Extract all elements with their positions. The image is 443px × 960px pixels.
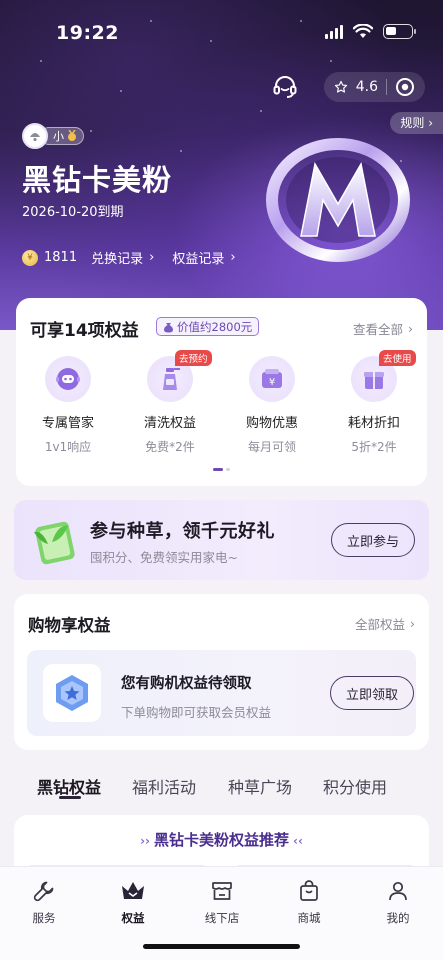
benefit-item-cleaning[interactable]: 去预约 清洗权益 免费*2件 <box>120 350 220 455</box>
nav-offline-store[interactable]: 线下店 <box>192 877 252 926</box>
star-icon <box>334 80 347 93</box>
status-bar: 19:22 <box>0 0 443 64</box>
shopping-bag-icon <box>295 877 323 905</box>
benefit-records-label: 权益记录 <box>172 252 225 267</box>
chevron-right-icon: › <box>408 321 413 336</box>
avatar <box>22 123 48 149</box>
medal-icon <box>68 130 76 141</box>
rating-value: 4.6 <box>355 79 378 95</box>
exchange-records-label: 兑换记录 <box>91 252 144 267</box>
shopping-benefits-card: 购物享权益 全部权益 › 您有购机权益待领取 下单购物即可获取会员权益 立即领取 <box>14 594 429 750</box>
chevron-right-icon: › <box>230 250 236 265</box>
benefit-item-shopping[interactable]: ¥ 购物优惠 每月可领 <box>222 356 322 455</box>
chevron-left-decor-icon: ›› <box>140 834 150 848</box>
carousel-dots <box>213 468 230 471</box>
claim-now-button[interactable]: 立即领取 <box>330 676 414 710</box>
store-icon <box>208 877 236 905</box>
chevron-right-icon: › <box>149 250 155 265</box>
membership-hero: 19:22 4.6 规则 › 小 黑钻卡美粉 2026-10-20到期 ¥ 18… <box>0 0 443 330</box>
member-level-badge: 小 <box>22 123 84 149</box>
tab-points-usage[interactable]: 积分使用 <box>323 774 387 798</box>
recommendation-title-text: 黑钻卡美粉权益推荐 <box>153 831 289 849</box>
benefit-sub: 1v1响应 <box>44 440 92 454</box>
nav-label: 服务 <box>32 911 56 925</box>
benefit-name: 清洗权益 <box>143 416 196 431</box>
robot-assistant-icon <box>45 356 91 402</box>
view-all-benefits-link[interactable]: 查看全部 › <box>353 319 413 338</box>
chevron-right-icon: › <box>428 116 433 130</box>
promo-title: 参与种草，领千元好礼 <box>90 521 275 542</box>
nav-label: 我的 <box>386 911 410 925</box>
home-indicator <box>143 944 300 949</box>
active-tab-indicator <box>59 796 81 799</box>
target-menu-icon[interactable] <box>395 77 415 97</box>
benefit-name: 专属管家 <box>41 416 94 431</box>
benefits-title: 可享14项权益 <box>30 321 139 341</box>
coin-icon: ¥ <box>22 249 38 266</box>
wrench-icon <box>30 877 58 905</box>
recommendation-title: ›› 黑钻卡美粉权益推荐 ‹‹ <box>14 829 429 850</box>
lamp-avatar-icon <box>30 133 40 142</box>
benefit-sub: 免费*2件 <box>145 440 195 454</box>
crown-icon <box>119 877 147 905</box>
nav-label: 权益 <box>121 911 145 925</box>
status-time: 19:22 <box>56 22 119 44</box>
nav-mine[interactable]: 我的 <box>368 877 428 926</box>
chevron-right-decor-icon: ‹‹ <box>293 834 303 848</box>
customer-service-icon[interactable] <box>270 72 300 102</box>
benefits-card: 可享14项权益 价值约2800元 查看全部 › 专属管家 1v1响应 去预约 清… <box>16 298 427 486</box>
chevron-right-icon: › <box>410 616 415 631</box>
gift-box-icon: 去使用 <box>351 350 416 402</box>
nav-label: 线下店 <box>204 911 240 925</box>
benefit-name: 购物优惠 <box>245 416 298 431</box>
wallet-yen-icon: ¥ <box>249 356 295 402</box>
promo-subtitle: 囤积分、免费领实用家电~ <box>90 550 238 565</box>
nav-service[interactable]: 服务 <box>14 877 74 926</box>
battery-icon <box>383 24 416 39</box>
wifi-icon <box>353 24 373 38</box>
benefit-records-link[interactable]: 权益记录 › <box>172 248 235 267</box>
person-icon <box>384 877 412 905</box>
benefit-sub: 5折*2件 <box>351 440 397 454</box>
benefit-item-butler[interactable]: 专属管家 1v1响应 <box>18 356 118 455</box>
points-balance: 1811 <box>44 250 78 265</box>
all-benefits-label: 全部权益 <box>354 617 405 632</box>
expire-date: 2026-10-20到期 <box>22 205 124 220</box>
nav-benefits[interactable]: 权益 <box>103 877 163 926</box>
pending-benefit-desc: 下单购物即可获取会员权益 <box>121 705 272 720</box>
benefit-item-consumables[interactable]: 去使用 耗材折扣 5折*2件 <box>324 350 424 455</box>
view-all-label: 查看全部 <box>352 322 403 337</box>
value-tag-text: 价值约2800元 <box>177 319 253 334</box>
cellular-signal-icon <box>325 24 343 39</box>
all-benefits-link[interactable]: 全部权益 › <box>355 614 415 633</box>
rules-label: 规则 <box>400 116 425 130</box>
tab-planting-square[interactable]: 种草广场 <box>228 774 292 798</box>
money-bag-icon <box>164 322 173 332</box>
planting-promo-banner[interactable]: 参与种草，领千元好礼 囤积分、免费领实用家电~ 立即参与 <box>14 500 429 580</box>
nav-mall[interactable]: 商城 <box>279 877 339 926</box>
spray-bottle-icon: 去预约 <box>147 350 212 402</box>
member-level-text: 小 <box>53 130 64 143</box>
benefit-name: 耗材折扣 <box>347 416 400 431</box>
value-tag: 价值约2800元 <box>156 317 260 336</box>
exchange-records-link[interactable]: 兑换记录 › <box>91 248 154 267</box>
benefit-sub: 每月可领 <box>247 440 296 454</box>
pending-benefit-title: 您有购机权益待领取 <box>121 676 252 692</box>
section-tabs: 黑钻权益 福利活动 种草广场 积分使用 <box>0 770 443 806</box>
join-now-button[interactable]: 立即参与 <box>331 523 415 557</box>
card-title: 黑钻卡美粉 <box>22 163 173 197</box>
benefit-badge[interactable]: 去预约 <box>175 350 212 366</box>
benefit-badge[interactable]: 去使用 <box>379 350 416 366</box>
black-diamond-m-logo-icon <box>266 138 410 262</box>
shopping-title: 购物享权益 <box>28 616 111 635</box>
svg-text:¥: ¥ <box>269 377 275 388</box>
tab-black-diamond-benefits[interactable]: 黑钻权益 <box>37 774 101 798</box>
tab-welfare-activities[interactable]: 福利活动 <box>132 774 196 798</box>
hexagon-star-badge-icon <box>43 664 101 722</box>
grass-card-icon <box>34 521 75 565</box>
rating-pill[interactable]: 4.6 <box>323 72 425 102</box>
purchase-benefit-panel: 您有购机权益待领取 下单购物即可获取会员权益 立即领取 <box>27 650 416 736</box>
nav-label: 商城 <box>297 911 321 925</box>
